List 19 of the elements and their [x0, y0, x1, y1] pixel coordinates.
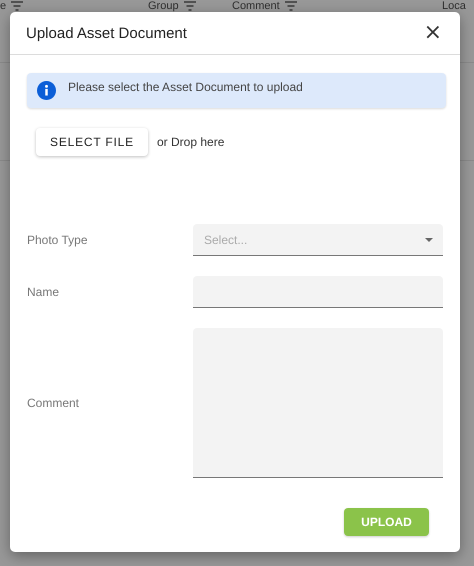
drop-hint: or Drop here [157, 135, 224, 149]
dialog-title: Upload Asset Document [26, 24, 187, 42]
column-header: Group [148, 0, 179, 12]
column-header: Comment [232, 0, 280, 12]
select-file-button[interactable]: SELECT FILE [36, 128, 148, 156]
field-label: Comment [27, 396, 80, 410]
filter-icon[interactable] [184, 1, 196, 11]
info-message: Please select the Asset Document to upload [68, 80, 303, 94]
info-icon [37, 81, 56, 100]
filter-icon[interactable] [284, 1, 297, 11]
close-button[interactable]: × [420, 22, 446, 44]
filter-icon[interactable] [11, 1, 24, 11]
column-header: e [0, 0, 6, 12]
column-header: Loca [442, 0, 466, 12]
field-label: Photo Type [27, 233, 88, 247]
caret-icon [425, 238, 433, 242]
input-field[interactable] [193, 276, 443, 308]
comment-field[interactable] [193, 328, 443, 478]
field-label: Name [27, 285, 60, 299]
